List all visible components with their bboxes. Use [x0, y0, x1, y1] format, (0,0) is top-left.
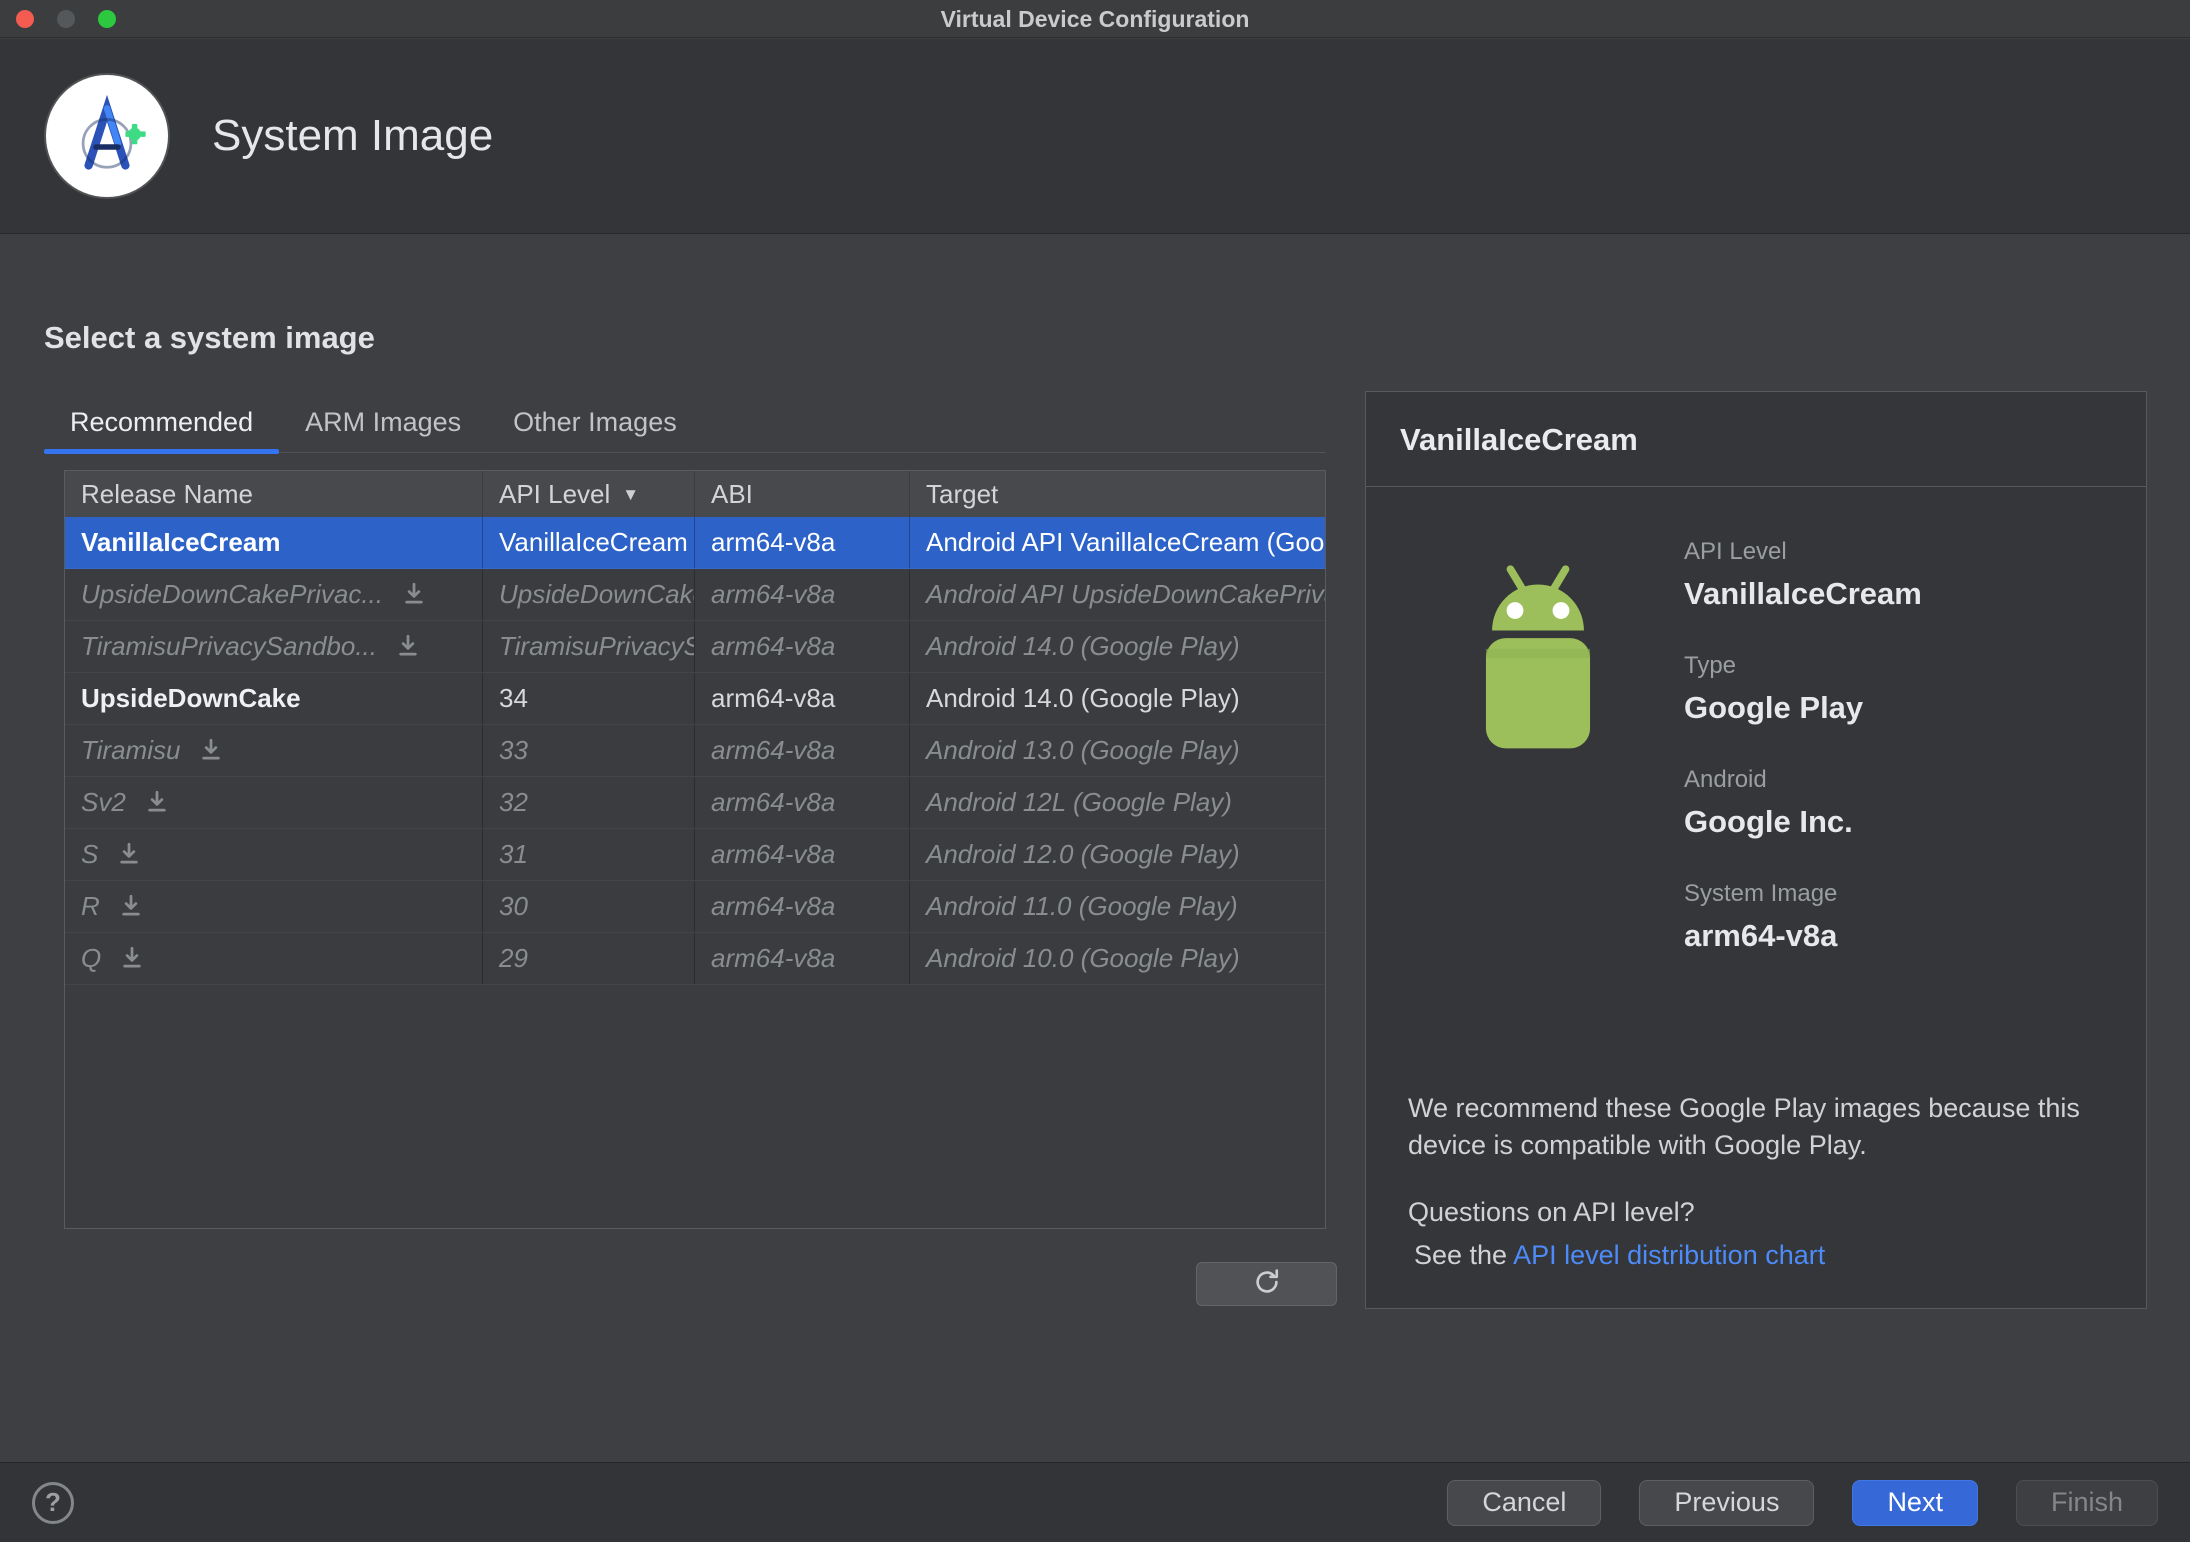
api-level-distribution-chart-link[interactable]: API level distribution chart	[1513, 1240, 1825, 1270]
download-icon[interactable]	[119, 945, 145, 971]
abi-cell: arm64-v8a	[695, 569, 910, 620]
table-row[interactable]: S 31 arm64-v8a Android 12.0 (Google Play…	[65, 829, 1325, 881]
next-button[interactable]: Next	[1852, 1479, 1978, 1526]
download-icon[interactable]	[118, 893, 144, 919]
abi-cell: arm64-v8a	[695, 517, 910, 568]
system-image-tabs: Recommended ARM Images Other Images	[44, 393, 1326, 454]
wizard-header: System Image	[0, 39, 2190, 234]
help-button[interactable]: ?	[32, 1481, 74, 1524]
question-mark-icon: ?	[45, 1487, 61, 1517]
abi-cell: arm64-v8a	[695, 933, 910, 984]
tab-arm-images[interactable]: ARM Images	[279, 393, 487, 452]
section-title: Select a system image	[44, 320, 375, 355]
release-name: VanillaIceCream	[81, 527, 281, 557]
abi-cell: arm64-v8a	[695, 829, 910, 880]
api-level-cell: UpsideDownCakePrivacySandbox	[483, 569, 695, 620]
column-header-target[interactable]: Target	[910, 471, 1325, 517]
previous-button[interactable]: Previous	[1639, 1479, 1815, 1526]
target-cell: Android 10.0 (Google Play)	[926, 943, 1240, 973]
download-icon[interactable]	[395, 633, 421, 659]
field-value-api-level: VanillaIceCream	[1684, 576, 1922, 611]
abi-cell: arm64-v8a	[695, 777, 910, 828]
release-name: Q	[81, 943, 102, 973]
release-name: TiramisuPrivacySandbo...	[81, 631, 377, 661]
column-header-abi[interactable]: ABI	[695, 471, 910, 517]
column-header-release-name[interactable]: Release Name	[65, 471, 483, 517]
sort-arrow-icon: ▼	[622, 484, 640, 504]
virtual-device-configuration-window: Virtual Device Configuration System Imag…	[0, 0, 2190, 1542]
release-name: S	[81, 839, 99, 869]
api-level-question: Questions on API level?	[1408, 1197, 1695, 1227]
target-cell: Android API VanillaIceCream (Google Play…	[926, 527, 1325, 557]
api-level-cell: TiramisuPrivacySandbox	[483, 621, 695, 672]
field-value-vendor: Google Inc.	[1684, 804, 1853, 839]
cancel-button[interactable]: Cancel	[1447, 1479, 1602, 1526]
target-cell: Android 12.0 (Google Play)	[926, 839, 1240, 869]
see-the-text: See the	[1414, 1240, 1514, 1270]
download-icon[interactable]	[198, 737, 224, 763]
api-level-cell: 29	[483, 933, 695, 984]
api-level-cell: 34	[483, 673, 695, 724]
window-title: Virtual Device Configuration	[940, 6, 1250, 32]
api-level-cell: 32	[483, 777, 695, 828]
page-title: System Image	[212, 111, 494, 160]
download-icon[interactable]	[144, 789, 170, 815]
api-level-cell: 33	[483, 725, 695, 776]
details-fields: API Level VanillaIceCream Type Google Pl…	[1684, 538, 1922, 994]
finish-button[interactable]: Finish	[2015, 1479, 2158, 1526]
abi-cell: arm64-v8a	[695, 621, 910, 672]
download-icon[interactable]	[116, 841, 142, 867]
see-the-line: See the API level distribution chart	[1414, 1240, 1825, 1271]
abi-cell: arm64-v8a	[695, 725, 910, 776]
target-cell: Android 14.0 (Google Play)	[926, 631, 1240, 661]
tab-recommended[interactable]: Recommended	[44, 393, 280, 454]
table-row[interactable]: UpsideDownCake 34 arm64-v8a Android 14.0…	[65, 673, 1325, 725]
details-title: VanillaIceCream	[1366, 392, 2146, 487]
table-row[interactable]: Q 29 arm64-v8a Android 10.0 (Google Play…	[65, 933, 1325, 985]
table-row[interactable]: Sv2 32 arm64-v8a Android 12L (Google Pla…	[65, 777, 1325, 829]
table-row[interactable]: VanillaIceCream VanillaIceCream arm64-v8…	[65, 517, 1325, 569]
table-row[interactable]: UpsideDownCakePrivac... UpsideDownCakePr…	[65, 569, 1325, 621]
refresh-icon	[1252, 1267, 1282, 1302]
field-value-type: Google Play	[1684, 690, 1864, 725]
field-label: System Image	[1684, 880, 1838, 907]
table-header: Release Name API Level ▼ ABI Target	[65, 471, 1325, 517]
target-cell: Android API UpsideDownCakePrivacySandbox…	[926, 579, 1325, 609]
table-row[interactable]: TiramisuPrivacySandbo... TiramisuPrivacy…	[65, 621, 1325, 673]
release-name: Sv2	[81, 787, 126, 817]
refresh-button[interactable]	[1196, 1262, 1337, 1306]
system-image-table: Release Name API Level ▼ ABI Target Vani…	[64, 470, 1326, 1229]
target-cell: Android 11.0 (Google Play)	[926, 891, 1238, 921]
release-name: R	[81, 891, 100, 921]
target-cell: Android 14.0 (Google Play)	[926, 683, 1240, 713]
android-robot-icon	[1446, 560, 1630, 761]
target-cell: Android 12L (Google Play)	[926, 787, 1232, 817]
field-value-system-image: arm64-v8a	[1684, 918, 1838, 953]
field-label: API Level	[1684, 538, 1787, 565]
column-header-api-level[interactable]: API Level ▼	[483, 471, 695, 517]
release-name: UpsideDownCakePrivac...	[81, 579, 384, 609]
system-image-details-panel: VanillaIceCream API Level VanillaIceCrea…	[1365, 391, 2147, 1309]
abi-cell: arm64-v8a	[695, 673, 910, 724]
release-name: Tiramisu	[81, 735, 181, 765]
field-label: Type	[1684, 652, 1737, 679]
api-level-cell: VanillaIceCream	[483, 517, 695, 568]
api-level-cell: 30	[483, 881, 695, 932]
recommendation-text: We recommend these Google Play images be…	[1408, 1093, 2080, 1161]
api-level-cell: 31	[483, 829, 695, 880]
tab-other-images[interactable]: Other Images	[487, 393, 703, 452]
android-studio-logo	[46, 75, 168, 197]
release-name: UpsideDownCake	[81, 683, 301, 713]
target-cell: Android 13.0 (Google Play)	[926, 735, 1240, 765]
abi-cell: arm64-v8a	[695, 881, 910, 932]
download-icon[interactable]	[401, 581, 427, 607]
field-label: Android	[1684, 766, 1767, 793]
table-row[interactable]: R 30 arm64-v8a Android 11.0 (Google Play…	[65, 881, 1325, 933]
table-row[interactable]: Tiramisu 33 arm64-v8a Android 13.0 (Goog…	[65, 725, 1325, 777]
wizard-footer: ? Cancel Previous Next Finish	[0, 1462, 2190, 1542]
titlebar: Virtual Device Configuration	[0, 0, 2190, 38]
